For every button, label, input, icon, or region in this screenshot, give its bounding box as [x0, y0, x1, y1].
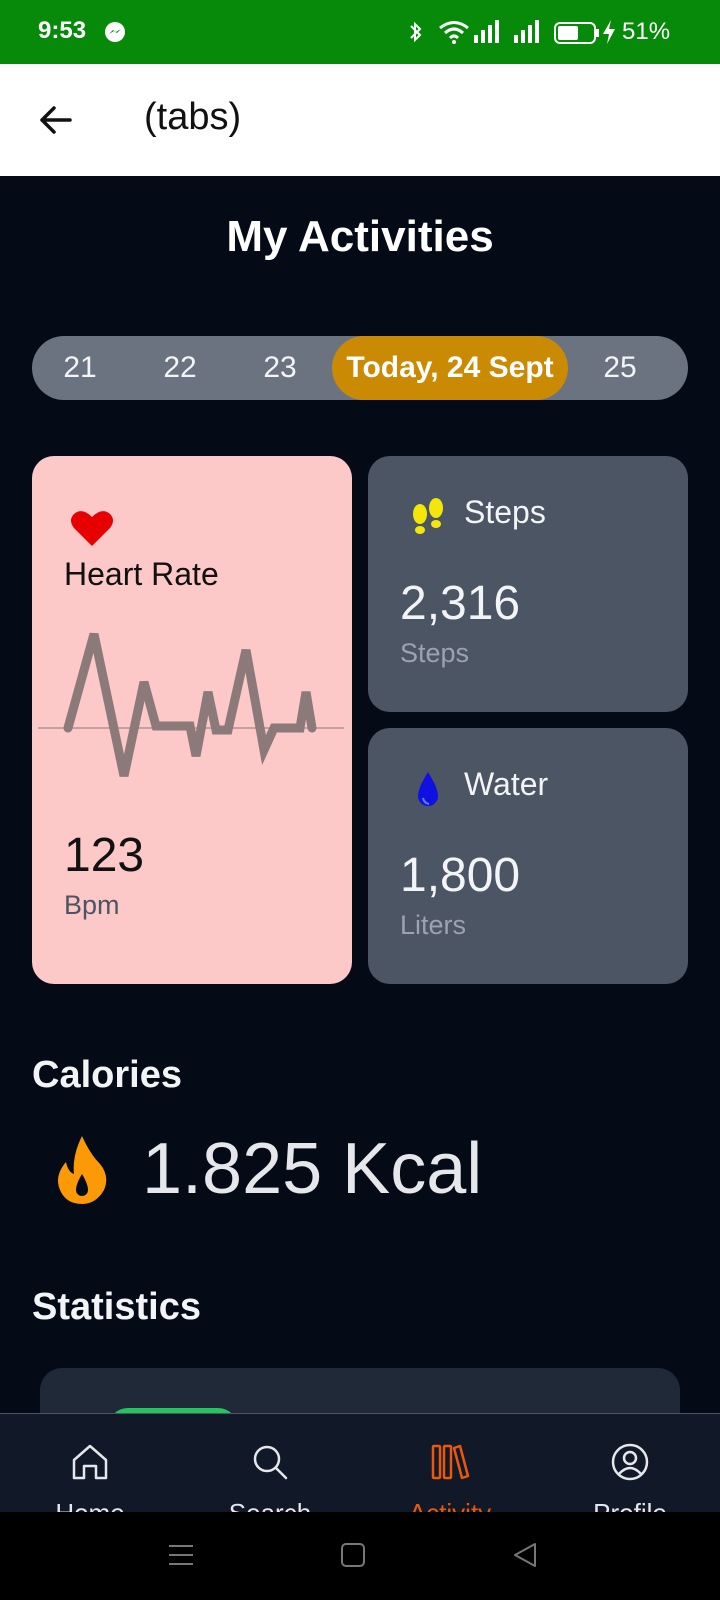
- steps-card[interactable]: Steps 2,316 Steps: [368, 456, 688, 712]
- steps-value: 2,316: [400, 577, 521, 630]
- date-item-21[interactable]: 21: [32, 336, 128, 400]
- system-nav-bar: [0, 1512, 720, 1600]
- date-item-today[interactable]: Today, 24 Sept: [332, 336, 568, 400]
- water-drop-icon: [418, 772, 438, 806]
- header-title: (tabs): [144, 96, 242, 138]
- flame-icon: [58, 1136, 107, 1204]
- tab-activity[interactable]: Activity: [370, 1414, 530, 1528]
- search-icon: [253, 1445, 288, 1480]
- messenger-icon: [105, 22, 125, 42]
- statistics-title: Statistics: [32, 1286, 201, 1328]
- tab-home[interactable]: Home: [10, 1414, 170, 1528]
- tab-profile[interactable]: Profile: [550, 1414, 710, 1528]
- calories-value: 1.825 Kcal: [142, 1129, 483, 1209]
- date-item-23[interactable]: 23: [232, 336, 328, 400]
- heart-rate-value: 123: [64, 829, 145, 882]
- heart-rate-graph: [38, 632, 344, 777]
- heart-rate-title: Heart Rate: [64, 556, 219, 592]
- battery-percentage: 51%: [622, 18, 671, 45]
- steps-title: Steps: [464, 494, 546, 530]
- home-button-icon[interactable]: [340, 1542, 366, 1568]
- wifi-icon: [439, 21, 469, 44]
- profile-icon: [611, 1443, 649, 1481]
- status-bar: 9:53 51%: [0, 0, 720, 64]
- calories-title: Calories: [32, 1054, 182, 1096]
- charging-icon: [603, 20, 615, 44]
- water-value: 1,800: [400, 849, 521, 902]
- status-time: 9:53: [38, 17, 87, 44]
- screen: 9:53 51% (tabs) My Activities 21 22 23 T…: [0, 0, 720, 1600]
- steps-unit: Steps: [400, 638, 470, 668]
- signal-icon: [474, 20, 499, 43]
- home-icon: [72, 1444, 108, 1480]
- date-item-25[interactable]: 25: [572, 336, 668, 400]
- signal-icon-2: [514, 20, 539, 43]
- water-card[interactable]: Water 1,800 Liters: [368, 728, 688, 984]
- page-title: My Activities: [226, 212, 494, 261]
- tab-search[interactable]: Search: [190, 1414, 350, 1528]
- battery-icon: [554, 22, 599, 44]
- back-arrow-icon[interactable]: [36, 100, 76, 140]
- heart-rate-unit: Bpm: [64, 890, 120, 920]
- date-item-22[interactable]: 22: [132, 336, 228, 400]
- app-header: (tabs): [0, 64, 720, 176]
- water-title: Water: [464, 766, 549, 802]
- back-button-icon[interactable]: [512, 1542, 538, 1568]
- heart-rate-card[interactable]: Heart Rate 123 Bpm: [32, 456, 352, 984]
- date-selector: 21 22 23 Today, 24 Sept 25: [32, 336, 688, 400]
- recent-apps-icon[interactable]: [168, 1542, 194, 1568]
- footprints-icon: [413, 498, 443, 534]
- bottom-tab-bar: Home Search Activity Profile: [0, 1413, 720, 1528]
- heart-icon: [71, 511, 113, 546]
- bluetooth-icon: [410, 21, 422, 43]
- water-unit: Liters: [400, 910, 467, 940]
- activity-icon: [431, 1444, 470, 1480]
